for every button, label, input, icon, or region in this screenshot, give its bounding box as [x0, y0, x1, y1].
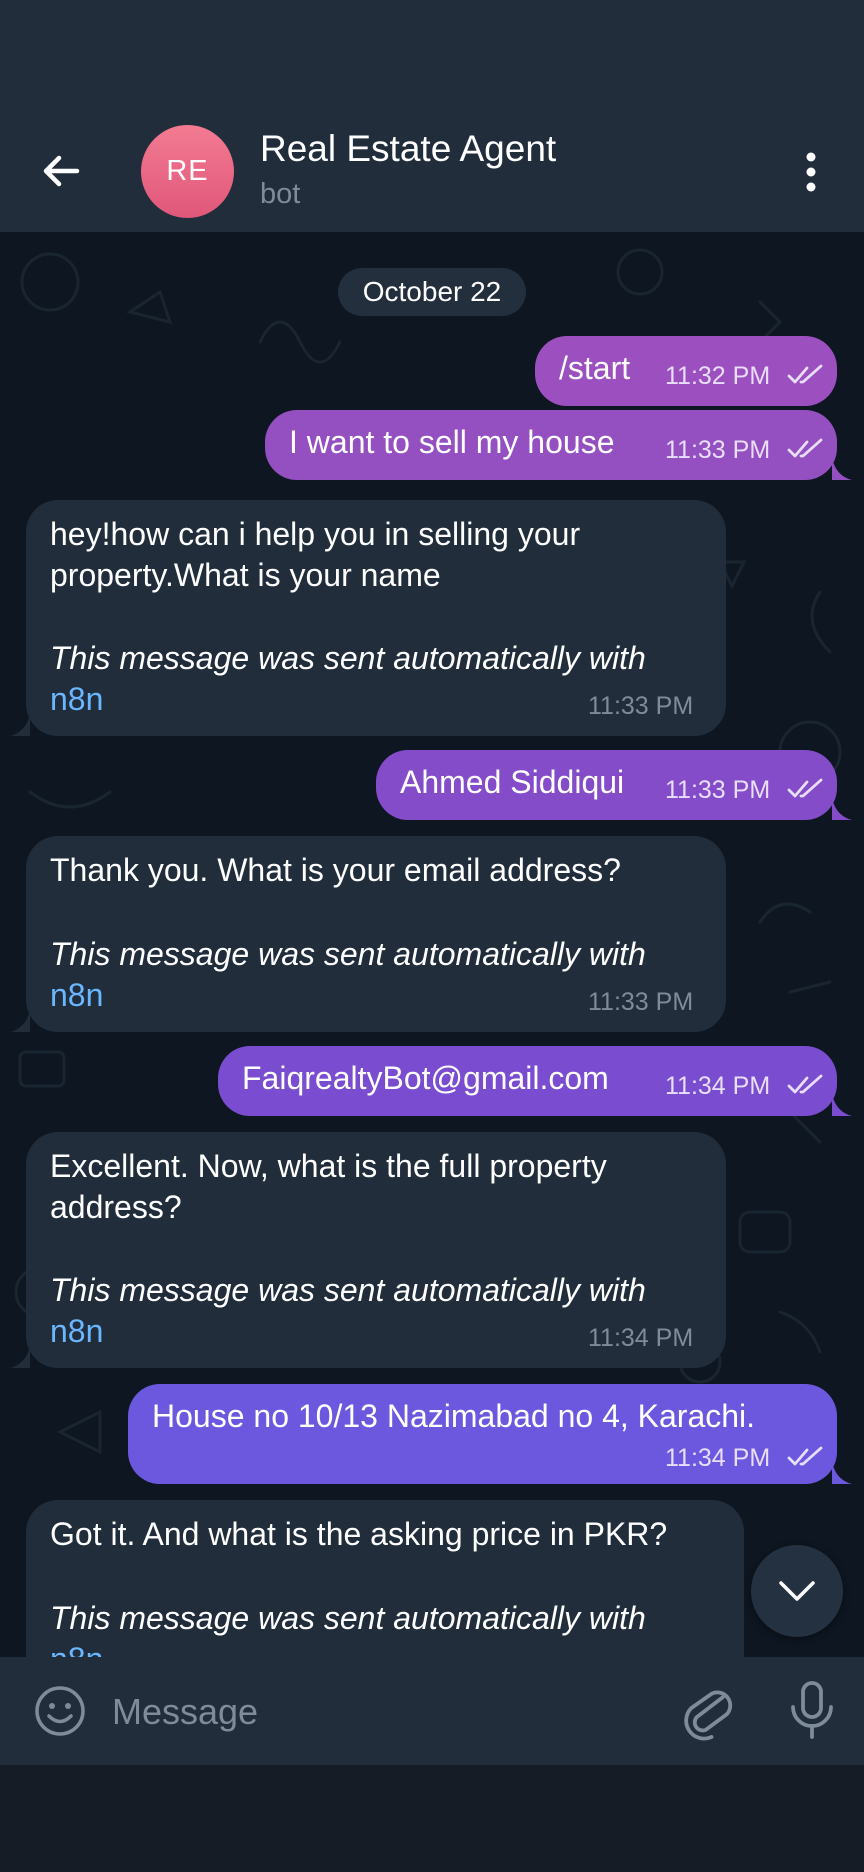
telegram-chat-screen: RE Real Estate Agent bot October 22 /sta…: [0, 0, 864, 1872]
incoming-message[interactable]: Got it. And what is the asking price in …: [26, 1500, 744, 1657]
double-check-icon: [787, 778, 823, 798]
message-time: 11:34 PM: [588, 1324, 694, 1352]
n8n-link[interactable]: n8n: [50, 1641, 103, 1657]
message-composer: [0, 1657, 864, 1765]
incoming-message[interactable]: hey!how can i help you in selling your p…: [26, 500, 726, 736]
back-button[interactable]: [30, 140, 92, 202]
bubble-tail: [10, 1010, 30, 1032]
double-check-icon: [787, 364, 823, 384]
date-separator: October 22: [338, 268, 526, 316]
more-vertical-icon: [806, 152, 816, 192]
incoming-message[interactable]: Thank you. What is your email address? T…: [26, 836, 726, 1032]
outgoing-message[interactable]: House no 10/13 Nazimabad no 4, Karachi. …: [128, 1384, 837, 1484]
bubble-tail: [832, 1462, 852, 1484]
message-line: address?: [50, 1189, 182, 1225]
message-time: 11:32 PM: [665, 362, 771, 390]
n8n-link[interactable]: n8n: [50, 1313, 103, 1350]
bubble-tail: [10, 1346, 30, 1368]
message-line: Excellent. Now, what is the full propert…: [50, 1148, 607, 1184]
message-time: 11:33 PM: [588, 692, 694, 720]
double-check-icon: [787, 1446, 823, 1466]
outgoing-message[interactable]: /start 11:32 PM: [535, 336, 837, 406]
message-input[interactable]: [110, 1685, 654, 1739]
n8n-link[interactable]: n8n: [50, 681, 103, 718]
incoming-message[interactable]: Excellent. Now, what is the full propert…: [26, 1132, 726, 1368]
auto-sent-note: This message was sent automatically with: [50, 936, 646, 972]
message-text: Ahmed Siddiqui: [400, 764, 625, 800]
bubble-tail: [832, 458, 852, 480]
paperclip-icon[interactable]: [680, 1681, 736, 1741]
bubble-tail: [832, 798, 852, 820]
scroll-to-bottom-button[interactable]: [751, 1545, 843, 1637]
bubble-tail: [10, 714, 30, 736]
auto-sent-note: This message was sent automatically with: [50, 1600, 646, 1636]
message-list[interactable]: October 22 /start 11:32 PM I want to sel…: [0, 232, 864, 1657]
message-time: 11:33 PM: [588, 988, 694, 1016]
smiley-icon[interactable]: [32, 1683, 88, 1739]
message-time: 11:34 PM: [665, 1072, 771, 1100]
message-time: 11:33 PM: [665, 776, 771, 804]
message-line: Thank you. What is your email address?: [50, 852, 621, 888]
message-text: House no 10/13 Nazimabad no 4, Karachi.: [152, 1398, 756, 1434]
outgoing-message[interactable]: Ahmed Siddiqui 11:33 PM: [376, 750, 837, 820]
outgoing-message[interactable]: FaiqrealtyBot@gmail.com 11:34 PM: [218, 1046, 837, 1116]
auto-sent-note: This message was sent automatically with: [50, 640, 646, 676]
avatar[interactable]: RE: [141, 125, 234, 218]
message-text: FaiqrealtyBot@gmail.com: [242, 1060, 609, 1096]
double-check-icon: [787, 438, 823, 458]
message-line: hey!how can i help you in selling your: [50, 516, 581, 552]
microphone-icon[interactable]: [784, 1679, 840, 1743]
chat-subtitle: bot: [260, 178, 301, 210]
chevron-down-icon: [779, 1581, 815, 1601]
arrow-left-icon: [43, 155, 80, 187]
double-check-icon: [787, 1074, 823, 1094]
message-line: Got it. And what is the asking price in …: [50, 1516, 668, 1552]
bubble-tail: [832, 1094, 852, 1116]
n8n-link[interactable]: n8n: [50, 977, 103, 1014]
chat-title[interactable]: Real Estate Agent: [260, 128, 556, 170]
message-text: I want to sell my house: [289, 424, 615, 460]
message-text: /start: [559, 350, 631, 386]
message-line: property.What is your name: [50, 557, 441, 593]
message-time: 11:34 PM: [665, 1444, 771, 1472]
system-navigation-bar: [0, 1765, 864, 1872]
more-options-button[interactable]: [790, 146, 832, 198]
message-time: 11:33 PM: [665, 436, 771, 464]
chat-header: RE Real Estate Agent bot: [0, 0, 864, 232]
auto-sent-note: This message was sent automatically with: [50, 1272, 646, 1308]
outgoing-message[interactable]: I want to sell my house 11:33 PM: [265, 410, 837, 480]
